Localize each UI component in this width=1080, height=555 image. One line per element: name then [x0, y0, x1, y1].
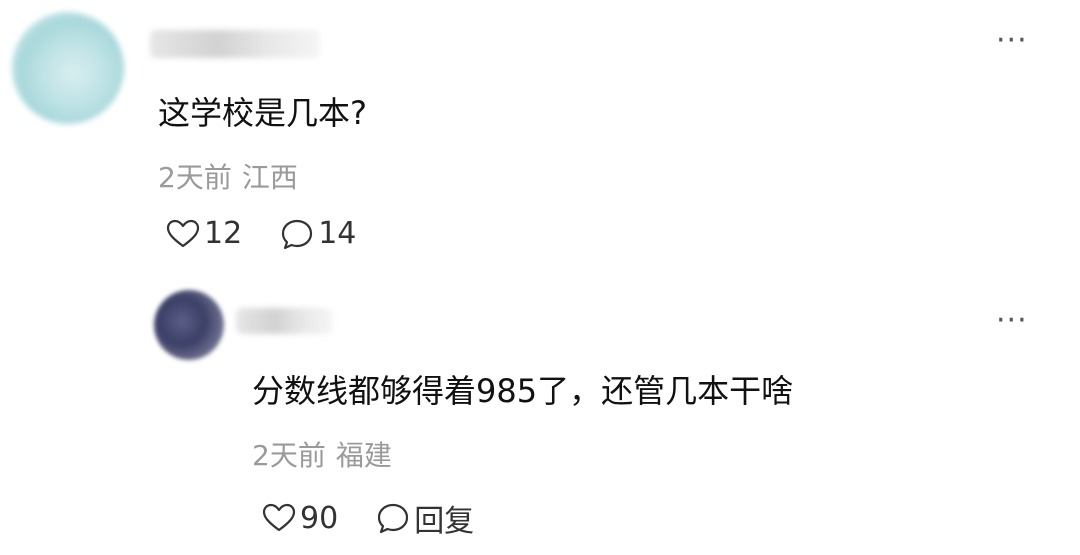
like-count: 12	[204, 216, 243, 251]
reply-username-blurred[interactable]	[236, 308, 332, 334]
comment-bubble-icon	[282, 219, 313, 249]
comment-location: 江西	[241, 161, 298, 194]
reply-count: 14	[318, 216, 357, 251]
comment-bubble-icon	[378, 503, 409, 534]
avatar[interactable]	[12, 12, 124, 124]
reply-more-icon[interactable]: ···	[996, 306, 1028, 336]
reply-like-button[interactable]: 90	[262, 501, 338, 536]
reply-count-button[interactable]: 14	[280, 216, 356, 251]
reply-like-count: 90	[300, 500, 339, 536]
more-icon[interactable]: ···	[996, 26, 1028, 56]
reply-location: 福建	[335, 439, 392, 472]
comment-actions: 12 14	[166, 216, 356, 251]
username-blurred[interactable]	[150, 30, 320, 58]
reply-time: 2天前	[252, 439, 326, 472]
comment-time: 2天前	[158, 161, 232, 194]
reply-button[interactable]: 回复	[376, 496, 474, 540]
reply-avatar[interactable]	[154, 290, 224, 360]
heart-icon	[262, 503, 296, 532]
comment-meta: 2天前 江西	[158, 156, 298, 196]
like-button[interactable]: 12	[166, 216, 242, 251]
reply-label: 回复	[414, 504, 475, 539]
comment-text: 这学校是几本?	[158, 94, 367, 132]
reply-text: 分数线都够得着985了，还管几本干啥	[252, 372, 794, 410]
reply-meta: 2天前 福建	[252, 434, 392, 474]
reply-actions: 90 回复	[262, 496, 474, 540]
heart-icon	[166, 219, 200, 247]
